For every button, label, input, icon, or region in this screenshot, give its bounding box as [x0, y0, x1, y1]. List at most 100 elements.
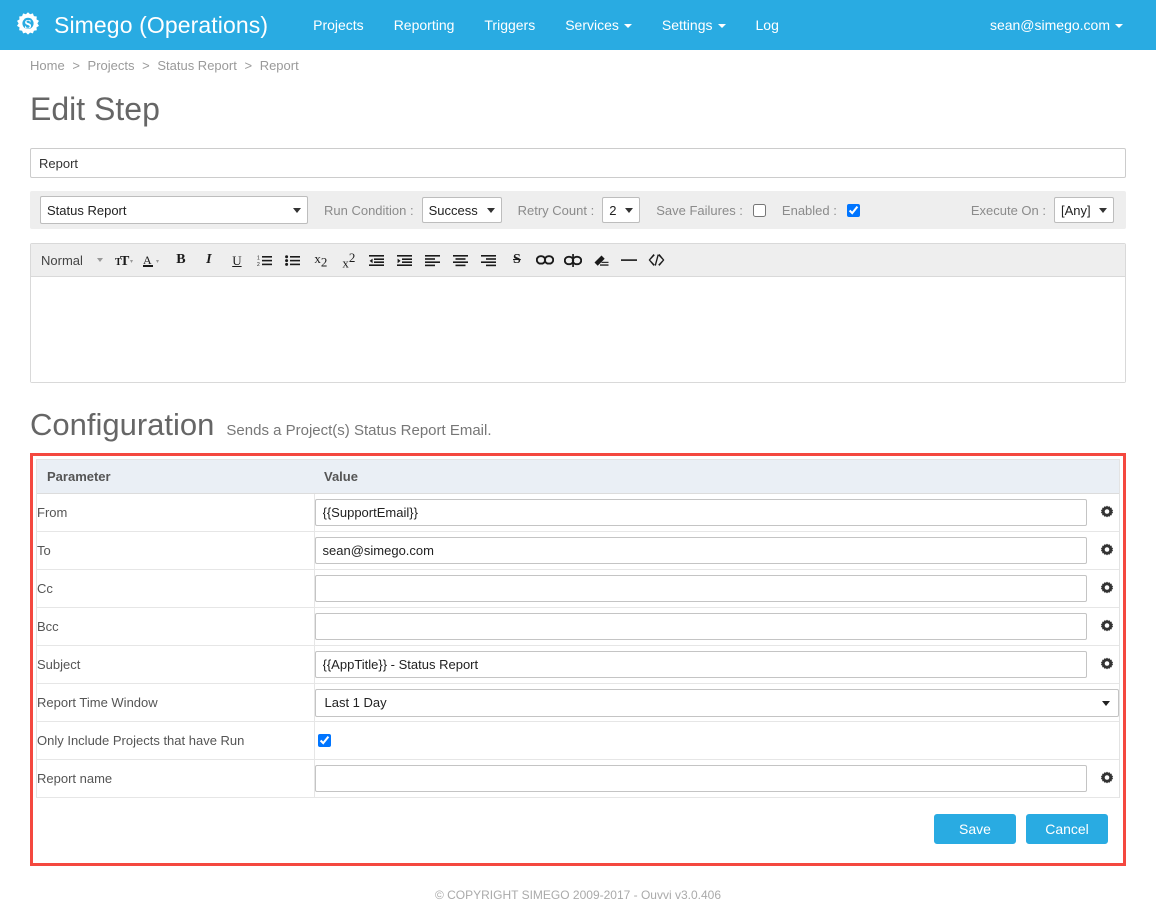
param-label-subject: Subject: [37, 645, 315, 684]
svg-text:S: S: [24, 17, 31, 32]
table-row: Bcc: [37, 607, 1119, 646]
enabled-checkbox[interactable]: [846, 203, 860, 217]
only-include-projects-checkbox[interactable]: [317, 734, 331, 747]
nav-link-projects[interactable]: Projects: [298, 0, 379, 50]
top-navbar: S Simego (Operations) Projects Reporting…: [0, 0, 1156, 50]
value-input-cc[interactable]: [314, 575, 1087, 602]
breadcrumb-item-report[interactable]: Report: [260, 58, 299, 73]
chevron-down-icon: [717, 24, 726, 28]
cancel-button[interactable]: Cancel: [1026, 814, 1108, 844]
column-header-parameter: Parameter: [37, 460, 314, 494]
nav-link-settings-label: Settings: [661, 17, 713, 33]
strikethrough-icon[interactable]: S: [507, 247, 527, 273]
save-button[interactable]: Save: [934, 814, 1016, 844]
retry-count-select[interactable]: 2: [602, 197, 641, 223]
italic-icon[interactable]: I: [199, 247, 219, 273]
main-content: Edit Step Status Report Run Condition : …: [0, 91, 1156, 902]
value-input-from[interactable]: [314, 499, 1087, 526]
align-center-icon[interactable]: [451, 247, 471, 273]
save-failures-checkbox[interactable]: [752, 203, 766, 217]
gear-icon[interactable]: [1095, 543, 1119, 559]
breadcrumb-item-home[interactable]: Home: [30, 58, 65, 73]
configuration-table-body: From To: [37, 493, 1120, 798]
value-cell-from: [314, 493, 1119, 532]
value-input-report-name[interactable]: [314, 765, 1087, 792]
run-condition-select-wrap: Success: [421, 197, 502, 223]
configuration-table: Parameter Value From {{SupportEmail}} To…: [37, 460, 1119, 798]
nav-link-settings[interactable]: Settings: [647, 0, 741, 50]
run-condition-select[interactable]: Success: [421, 197, 502, 223]
step-action-select-wrap: Status Report: [40, 196, 308, 224]
table-row: To: [37, 531, 1119, 570]
svg-text:1: 1: [257, 255, 260, 261]
nav-link-log[interactable]: Log: [741, 0, 794, 50]
svg-text:A: A: [143, 253, 152, 267]
align-right-icon[interactable]: [479, 247, 499, 273]
retry-count-label: Retry Count :: [517, 202, 595, 218]
value-cell-subject: [314, 645, 1119, 684]
retry-count-select-wrap: 2: [602, 197, 641, 223]
breadcrumb-item-status-report[interactable]: Status Report: [157, 58, 237, 73]
horizontal-rule-icon[interactable]: [619, 247, 639, 273]
unlink-icon[interactable]: [563, 247, 583, 273]
align-left-icon[interactable]: [423, 247, 443, 273]
nav-link-triggers[interactable]: Triggers: [469, 0, 550, 50]
value-row: [315, 734, 1120, 747]
nav-link-services[interactable]: Services: [550, 0, 647, 50]
table-row: Report name: [37, 759, 1119, 798]
bold-icon[interactable]: B: [171, 247, 191, 273]
value-cell-cc: [314, 569, 1119, 608]
nav-link-reporting[interactable]: Reporting: [379, 0, 470, 50]
gear-s-logo-icon: S: [12, 9, 44, 41]
nav-link-triggers-label: Triggers: [484, 17, 536, 33]
value-input-to[interactable]: [314, 537, 1087, 564]
execute-on-select[interactable]: [Any]: [1054, 197, 1114, 223]
user-menu[interactable]: sean@simego.com: [975, 0, 1138, 50]
value-cell-bcc: [314, 607, 1119, 646]
execute-on-label: Execute On :: [970, 202, 1046, 218]
configuration-table-head: Parameter Value: [37, 460, 1119, 494]
breadcrumb-item-projects[interactable]: Projects: [88, 58, 135, 73]
breadcrumb-separator: >: [244, 58, 253, 73]
font-size-icon[interactable]: T T: [115, 247, 135, 273]
editor-content-area[interactable]: [31, 277, 1125, 382]
editor-toolbar: Normal T T A B I U 1 2 x2 x2 S: [31, 244, 1125, 277]
report-time-window-select[interactable]: Last 1 Day: [314, 688, 1119, 717]
subscript-icon[interactable]: x2: [311, 247, 331, 273]
indent-icon[interactable]: [395, 247, 415, 273]
font-color-icon[interactable]: A: [143, 247, 163, 273]
outdent-icon[interactable]: [367, 247, 387, 273]
nav-links: Projects Reporting Triggers Services Set…: [298, 0, 794, 50]
code-view-icon[interactable]: [647, 247, 667, 273]
param-label-only-include-projects-that-have-run: Only Include Projects that have Run: [37, 721, 315, 760]
chevron-down-icon[interactable]: [96, 258, 103, 262]
run-condition-label: Run Condition :: [324, 202, 414, 218]
configuration-header: Configuration Sends a Project(s) Status …: [30, 407, 1126, 443]
value-input-subject[interactable]: [314, 651, 1087, 678]
superscript-icon[interactable]: x2: [339, 247, 359, 273]
paragraph-style-label[interactable]: Normal: [41, 253, 87, 268]
step-name-input[interactable]: [30, 148, 1126, 178]
gear-icon[interactable]: [1095, 771, 1119, 787]
step-options-bar: Status Report Run Condition : Success Re…: [30, 191, 1126, 229]
gear-icon[interactable]: [1095, 657, 1119, 673]
gear-icon[interactable]: [1095, 619, 1119, 635]
value-input-bcc[interactable]: [314, 613, 1087, 640]
breadcrumb: Home > Projects > Status Report > Report: [0, 50, 1156, 77]
brand-title[interactable]: Simego (Operations): [54, 12, 268, 39]
step-action-select[interactable]: Status Report: [40, 196, 308, 224]
param-label-report-name: Report name: [37, 759, 315, 798]
value-cell-report-name: [314, 759, 1119, 798]
value-cell-report-time-window: Last 1 Day: [314, 683, 1119, 722]
unordered-list-icon[interactable]: [283, 247, 303, 273]
table-row: Report Time Window Last 1 Day: [37, 683, 1119, 722]
gear-icon[interactable]: [1095, 505, 1119, 521]
nav-link-projects-label: Projects: [313, 17, 364, 33]
eraser-icon[interactable]: [591, 247, 611, 273]
underline-icon[interactable]: U: [227, 247, 247, 273]
configuration-title: Configuration: [30, 407, 215, 442]
ordered-list-icon[interactable]: 1 2: [255, 247, 275, 273]
link-icon[interactable]: [535, 247, 555, 273]
gear-icon[interactable]: [1095, 581, 1119, 597]
chevron-down-icon: [1115, 24, 1123, 28]
